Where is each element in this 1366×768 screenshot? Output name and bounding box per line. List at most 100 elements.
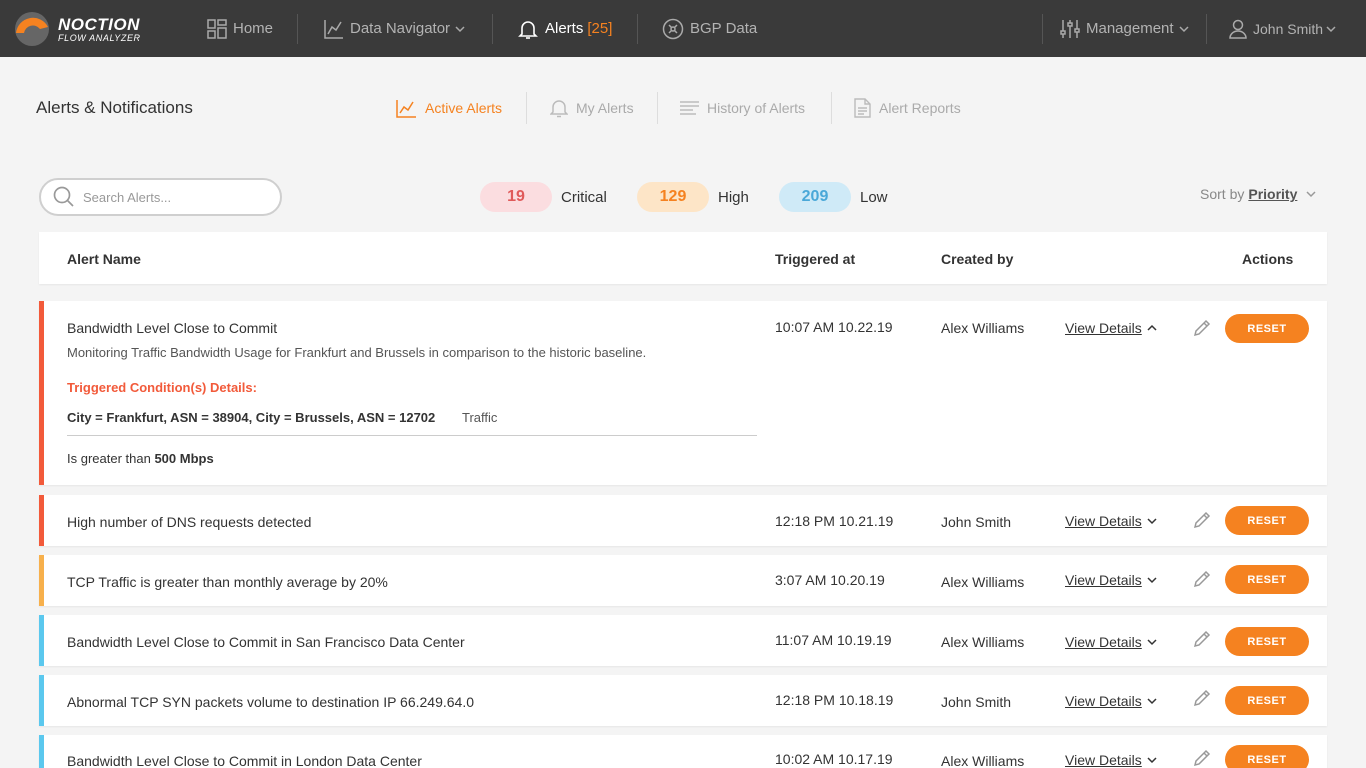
creator: Alex Williams	[941, 320, 1025, 336]
chevron-down-icon	[1147, 639, 1157, 646]
search-icon	[53, 186, 74, 207]
divider	[67, 435, 757, 436]
nav-home[interactable]: Home	[207, 0, 273, 57]
reset-button[interactable]: RESET	[1225, 565, 1309, 594]
user-menu[interactable]: John Smith	[1229, 0, 1343, 57]
nav-data-navigator-label: Data Navigator	[350, 20, 451, 37]
view-details-label: View Details	[1065, 320, 1142, 336]
critical-label: Critical	[561, 189, 607, 206]
triggered-time: 12:18 PM 10.18.19	[775, 692, 894, 708]
tab-active-alerts-label: Active Alerts	[425, 100, 503, 116]
view-details-link[interactable]: View Details	[1065, 693, 1158, 709]
sort-value: Priority	[1248, 186, 1298, 202]
reset-button[interactable]: RESET	[1225, 745, 1309, 768]
network-icon	[662, 18, 684, 39]
tab-active-alerts[interactable]: Active Alerts	[396, 96, 502, 120]
sort-dropdown[interactable]: Sort by Priority	[1200, 186, 1317, 202]
nav-data-navigator[interactable]: Data Navigator	[324, 0, 472, 57]
reset-button[interactable]: RESET	[1225, 314, 1309, 343]
bell-icon	[550, 100, 568, 118]
nav-management-label: Management	[1086, 20, 1174, 37]
view-details-link[interactable]: View Details	[1065, 320, 1158, 336]
user-name: John Smith	[1253, 20, 1324, 37]
condition-title: Triggered Condition(s) Details:	[67, 380, 257, 395]
alerts-count-badge: [25]	[587, 20, 613, 37]
search-box	[39, 178, 282, 216]
alert-name: TCP Traffic is greater than monthly aver…	[67, 574, 388, 590]
table-header: Alert Name Triggered at Created by Actio…	[39, 232, 1327, 284]
triggered-time: 3:07 AM 10.20.19	[775, 572, 885, 588]
tab-my-alerts-label: My Alerts	[576, 100, 634, 116]
creator: Alex Williams	[941, 753, 1025, 768]
sliders-icon	[1060, 19, 1080, 38]
table-row: TCP Traffic is greater than monthly aver…	[39, 555, 1327, 606]
triggered-time: 11:07 AM 10.19.19	[775, 632, 892, 648]
edit-pencil-icon[interactable]	[1192, 510, 1212, 530]
table-row: High number of DNS requests detected 12:…	[39, 495, 1327, 546]
edit-pencil-icon[interactable]	[1192, 688, 1212, 708]
creator: John Smith	[941, 514, 1012, 530]
view-details-label: View Details	[1065, 634, 1142, 650]
creator: Alex Williams	[941, 634, 1025, 650]
table-row: Bandwidth Level Close to Commit in San F…	[39, 615, 1327, 666]
tab-alert-reports-label: Alert Reports	[879, 100, 961, 116]
triggered-time: 12:18 PM 10.21.19	[775, 513, 894, 529]
priority-indicator-critical	[39, 495, 44, 546]
edit-pencil-icon[interactable]	[1192, 569, 1212, 589]
reset-button[interactable]: RESET	[1225, 686, 1309, 715]
chevron-down-icon	[1306, 191, 1316, 198]
view-details-label: View Details	[1065, 693, 1142, 709]
view-details-link[interactable]: View Details	[1065, 752, 1158, 768]
nav-bgp-data-label: BGP Data	[690, 20, 758, 37]
priority-indicator-low	[39, 675, 44, 726]
dashboard-icon	[207, 18, 227, 39]
priority-indicator-critical	[39, 301, 44, 485]
alert-name: Abnormal TCP SYN packets volume to desti…	[67, 694, 475, 710]
edit-pencil-icon[interactable]	[1192, 318, 1212, 338]
alert-name: High number of DNS requests detected	[67, 514, 312, 530]
bell-icon	[518, 20, 538, 39]
tab-history-label: History of Alerts	[707, 100, 806, 116]
high-count-badge[interactable]: 129	[637, 182, 709, 212]
top-navbar: NOCTION FLOW ANALYZER Home Data Navigato…	[0, 0, 1366, 57]
condition-threshold: Is greater than 500 Mbps	[67, 451, 214, 466]
chevron-down-icon	[1147, 757, 1157, 764]
chevron-down-icon	[455, 25, 465, 32]
nav-management[interactable]: Management	[1060, 0, 1196, 57]
view-details-label: View Details	[1065, 752, 1142, 768]
chevron-down-icon	[1147, 518, 1157, 525]
nav-alerts[interactable]: Alerts [25]	[517, 0, 612, 57]
sort-label: Sort by	[1200, 186, 1245, 202]
header-triggered-at: Triggered at	[775, 251, 856, 267]
condition-metric: Traffic	[462, 410, 498, 425]
user-icon	[1229, 19, 1247, 39]
search-input[interactable]	[83, 189, 263, 205]
edit-pencil-icon[interactable]	[1192, 748, 1212, 768]
chevron-down-icon	[1147, 698, 1157, 705]
triggered-time: 10:02 AM 10.17.19	[775, 751, 893, 767]
line-chart-icon	[396, 99, 416, 118]
tab-alert-reports[interactable]: Alert Reports	[854, 96, 961, 120]
tab-history-of-alerts[interactable]: History of Alerts	[680, 96, 805, 120]
noction-logo-icon	[15, 12, 49, 46]
tab-my-alerts[interactable]: My Alerts	[550, 96, 634, 120]
threshold-text: Is greater than	[67, 451, 151, 466]
view-details-link[interactable]: View Details	[1065, 572, 1158, 588]
triggered-time: 10:07 AM 10.22.19	[775, 319, 893, 335]
view-details-link[interactable]: View Details	[1065, 513, 1158, 529]
low-count-badge[interactable]: 209	[779, 182, 851, 212]
view-details-link[interactable]: View Details	[1065, 634, 1158, 650]
chevron-down-icon	[1326, 25, 1336, 32]
reset-button[interactable]: RESET	[1225, 506, 1309, 535]
edit-pencil-icon[interactable]	[1192, 629, 1212, 649]
line-chart-icon	[324, 19, 343, 39]
logo-subtitle: FLOW ANALYZER	[58, 32, 141, 43]
logo[interactable]: NOCTION FLOW ANALYZER	[14, 11, 141, 47]
page-title: Alerts & Notifications	[36, 98, 193, 117]
creator: John Smith	[941, 694, 1012, 710]
alert-description: Monitoring Traffic Bandwidth Usage for F…	[67, 345, 647, 360]
reset-button[interactable]: RESET	[1225, 627, 1309, 656]
critical-count-badge[interactable]: 19	[480, 182, 552, 212]
nav-home-label: Home	[233, 20, 274, 37]
nav-bgp-data[interactable]: BGP Data	[662, 0, 757, 57]
